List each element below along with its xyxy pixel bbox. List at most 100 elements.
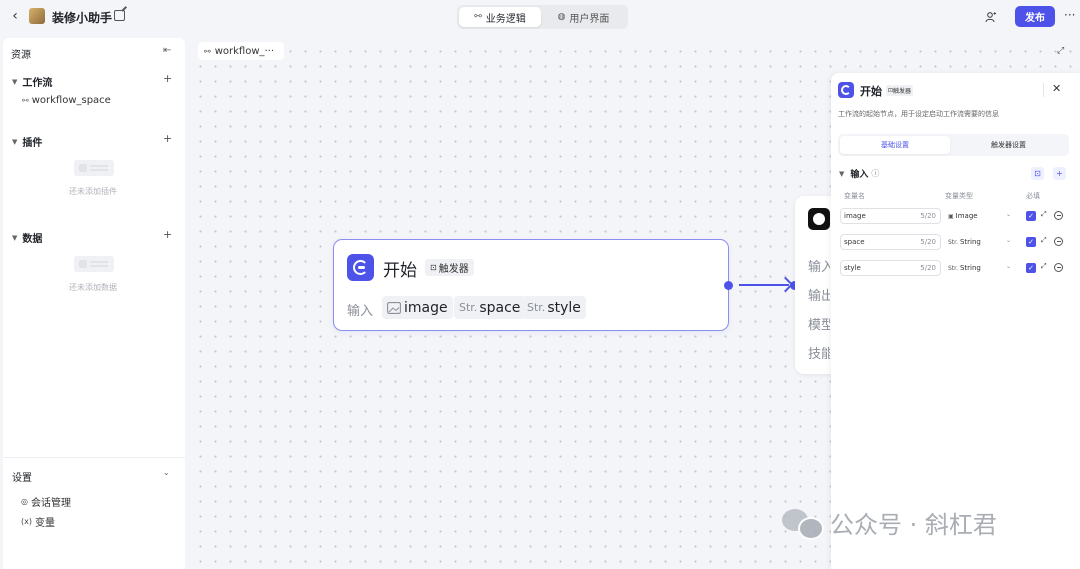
start-node-icon — [838, 82, 854, 98]
empty-data-text: 还未添加数据 — [69, 283, 117, 292]
variable-row: space 5/20 Str. String ⌄ ✓ ⤢ — [840, 234, 1072, 250]
variable-name-value: image — [844, 212, 866, 220]
wechat-logo-icon — [782, 507, 824, 540]
sidebar-item-label: workflow_space — [31, 95, 111, 106]
variable-type-value: Image — [955, 212, 978, 220]
edge-connector[interactable] — [739, 284, 789, 286]
chevron-down-icon: ▼ — [12, 233, 18, 242]
tab-business-logic[interactable]: ⚯ 业务逻辑 — [459, 7, 541, 27]
variable-name-value: space — [844, 238, 865, 246]
string-type-label: Str. — [459, 301, 478, 314]
agent-node[interactable]: 输入 输出 模型 技能 — [795, 196, 835, 374]
canvas-tab-workflow[interactable]: ⚯ workflow_··· — [198, 42, 284, 60]
start-node[interactable]: 开始 ⊡ 触发器 输入 image Str. space Str. style — [333, 239, 729, 331]
agent-icon — [808, 208, 830, 230]
var-name: style — [547, 299, 581, 316]
workflow-icon: ⚯ — [474, 12, 482, 22]
node-config-panel: 开始 ⊡ 触发器 ✕ 工作流的起始节点，用于设定启动工作流需要的信息 基础设置 … — [831, 73, 1080, 569]
required-checkbox[interactable]: ✓ — [1026, 211, 1036, 221]
info-icon[interactable]: ⓘ — [871, 168, 879, 179]
empty-data-illustration — [74, 256, 114, 272]
sidebar-item-label: 变量 — [34, 518, 55, 529]
variable-type-select[interactable]: ▣ Image ⌄ — [945, 208, 1015, 224]
remove-icon[interactable] — [1054, 211, 1063, 220]
empty-plugins-illustration — [74, 160, 114, 176]
expand-icon[interactable]: ⤢ — [1041, 262, 1047, 271]
var-name: image — [404, 299, 448, 316]
publish-button[interactable]: 发布 — [1015, 6, 1055, 27]
panel-title: 开始 — [860, 85, 882, 98]
chevron-down-icon: ▼ — [12, 137, 18, 146]
settings-title: 设置 — [12, 473, 32, 484]
input-section-toggle[interactable]: ▼ 输入 ⓘ — [839, 167, 879, 180]
chevron-down-icon: ⌄ — [1005, 237, 1011, 244]
start-node-icon — [347, 254, 374, 281]
output-port[interactable] — [724, 281, 733, 290]
var-chip-style: Str. style — [522, 296, 586, 319]
var-name: space — [479, 299, 521, 316]
import-icon[interactable]: ⊡ — [1031, 167, 1044, 180]
chevron-down-icon[interactable]: ⌄ — [163, 468, 170, 477]
expand-icon[interactable]: ⤢ — [1041, 236, 1047, 245]
section-title: 工作流 — [22, 78, 53, 89]
close-icon[interactable]: ✕ — [1052, 82, 1061, 95]
add-data-icon[interactable]: + — [163, 228, 172, 241]
column-header-type: 变量类型 — [945, 192, 973, 200]
node-field-label: 输入 — [808, 260, 830, 275]
ui-icon: ◍ — [557, 12, 566, 22]
collaborators-icon[interactable] — [985, 11, 997, 23]
sidebar-item-session-management[interactable]: ◎ 会话管理 — [21, 494, 71, 509]
sidebar-item-variables[interactable]: (x) 变量 — [21, 514, 55, 529]
chevron-left-icon[interactable]: ‹ — [8, 8, 22, 24]
required-checkbox[interactable]: ✓ — [1026, 263, 1036, 273]
tab-label: 业务逻辑 — [485, 13, 526, 25]
variable-name-input[interactable]: space 5/20 — [840, 234, 941, 250]
trigger-badge-label: 触发器 — [893, 88, 912, 95]
variable-name-input[interactable]: style 5/20 — [840, 260, 941, 276]
chevron-down-icon: ⌄ — [1005, 211, 1011, 218]
trigger-icon: ⊡ — [430, 263, 437, 272]
watermark: 公众号 · 斜杠君 — [782, 505, 997, 540]
resource-sidebar: 资源 ⇤ ▼ 工作流 + ⚯ workflow_space ▼ 插件 + 还未添… — [3, 38, 185, 569]
tab-basic-settings[interactable]: 基础设置 — [840, 136, 950, 154]
node-field-label: 模型 — [808, 318, 830, 333]
variable-row: image 5/20 ▣ Image ⌄ ✓ ⤢ — [840, 208, 1072, 224]
variable-name-value: style — [844, 264, 861, 272]
tab-user-interface[interactable]: ◍ 用户界面 — [541, 7, 626, 27]
workflow-icon: ⚯ — [22, 96, 29, 105]
section-workflow[interactable]: ▼ 工作流 — [12, 74, 53, 90]
edit-icon[interactable] — [114, 10, 125, 21]
variable-row: style 5/20 Str. String ⌄ ✓ ⤢ — [840, 260, 1072, 276]
tab-trigger-settings[interactable]: 触发器设置 — [950, 136, 1067, 154]
variable-type-select[interactable]: Str. String ⌄ — [945, 234, 1015, 250]
var-chip-image: image — [382, 296, 453, 319]
divider — [1043, 83, 1044, 97]
required-checkbox[interactable]: ✓ — [1026, 237, 1036, 247]
add-plugin-icon[interactable]: + — [163, 132, 172, 145]
fullscreen-icon[interactable]: ⤢ — [1057, 46, 1064, 56]
variable-name-input[interactable]: image 5/20 — [840, 208, 941, 224]
column-header-required: 必填 — [1026, 192, 1040, 200]
section-plugins[interactable]: ▼ 插件 — [12, 134, 42, 150]
add-variable-icon[interactable]: + — [1053, 167, 1066, 180]
add-workflow-icon[interactable]: + — [163, 72, 172, 85]
app-title: 装修小助手 — [52, 11, 113, 25]
column-header-name: 变量名 — [844, 192, 865, 200]
variable-type-select[interactable]: Str. String ⌄ — [945, 260, 1015, 276]
collapse-sidebar-icon[interactable]: ⇤ — [163, 45, 171, 56]
chat-icon: ◎ — [21, 497, 28, 506]
node-field-label: 技能 — [808, 347, 830, 362]
expand-icon[interactable]: ⤢ — [1041, 210, 1047, 219]
char-count: 5/20 — [920, 212, 936, 220]
chevron-down-icon: ▼ — [839, 169, 845, 178]
trigger-badge-label: 触发器 — [438, 264, 469, 275]
section-data[interactable]: ▼ 数据 — [12, 230, 43, 246]
node-input-label: 输入 — [347, 304, 374, 319]
empty-plugins-text: 还未添加插件 — [69, 187, 117, 196]
remove-icon[interactable] — [1054, 237, 1063, 246]
variable-type-value: String — [959, 238, 981, 246]
section-title: 数据 — [22, 234, 43, 245]
sidebar-item-workflow-space[interactable]: ⚯ workflow_space — [22, 95, 111, 106]
more-icon[interactable]: ··· — [1064, 8, 1075, 22]
remove-icon[interactable] — [1054, 263, 1063, 272]
